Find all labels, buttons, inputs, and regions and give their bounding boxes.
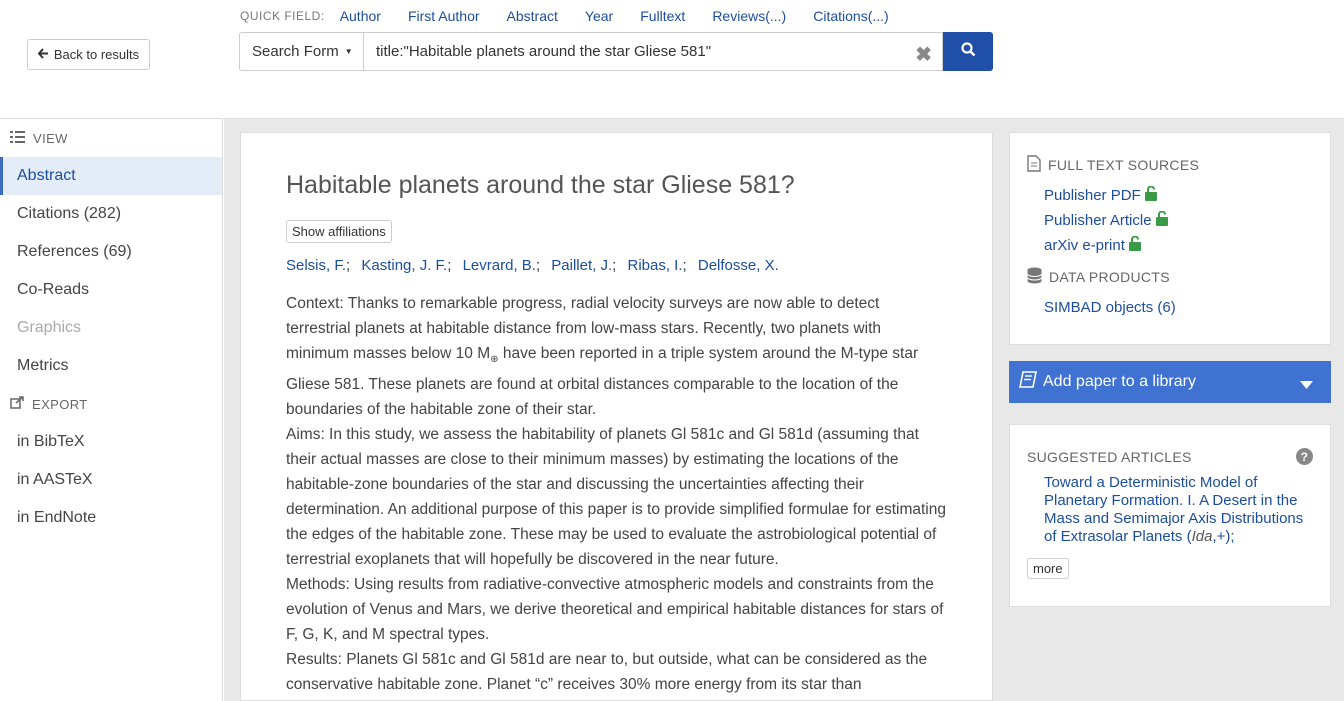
sidebar-item-metrics[interactable]: Metrics — [0, 347, 222, 385]
quick-field-first-author[interactable]: First Author — [408, 8, 480, 24]
author-link[interactable]: Levrard, B. — [463, 257, 536, 274]
clear-x-icon[interactable]: ✖ — [915, 42, 932, 67]
export-section-header: EXPORT — [0, 385, 222, 423]
abstract-aims: Aims: In this study, we assess the habit… — [286, 426, 946, 569]
magnifier-icon — [960, 41, 976, 62]
quick-field-abstract[interactable]: Abstract — [507, 8, 558, 24]
page-header: Back to results QUICK FIELD: Author Firs… — [0, 0, 1344, 118]
suggested-articles-header: SUGGESTED ARTICLES ? — [1027, 448, 1313, 465]
sidebar-item-aastex[interactable]: in AASTeX — [0, 461, 222, 499]
database-icon — [1027, 267, 1042, 287]
arrow-left-icon — [37, 47, 49, 62]
quick-field-fulltext[interactable]: Fulltext — [640, 8, 685, 24]
suggested-article-link[interactable]: Toward a Deterministic Model of Planetar… — [1044, 474, 1313, 546]
unlock-icon — [1155, 210, 1168, 230]
search-form-label: Search Form — [252, 43, 339, 60]
search-form-dropdown[interactable]: Search Form ▼ — [239, 32, 364, 71]
back-to-results-button[interactable]: Back to results — [27, 39, 150, 70]
author-link[interactable]: Delfosse, X. — [698, 257, 779, 274]
left-sidebar: VIEW Abstract Citations (282) References… — [0, 118, 223, 701]
sidebar-item-citations[interactable]: Citations (282) — [0, 195, 222, 233]
sidebar-item-graphics: Graphics — [17, 319, 82, 336]
more-button[interactable]: more — [1027, 558, 1069, 579]
article-title: Habitable planets around the star Gliese… — [286, 171, 795, 199]
add-to-library-label: Add paper to a library — [1043, 373, 1196, 390]
back-label: Back to results — [53, 47, 140, 62]
author-link[interactable]: Kasting, J. F. — [361, 257, 447, 274]
sidebar-item-bibtex[interactable]: in BibTeX — [0, 423, 222, 461]
search-query-text: title:"Habitable planets around the star… — [376, 43, 712, 60]
list-icon — [10, 130, 25, 146]
view-section-header: VIEW — [0, 119, 222, 157]
search-bar: Search Form ▼ title:"Habitable planets a… — [239, 32, 993, 71]
abstract-text: Context: Thanks to remarkable progress, … — [286, 291, 947, 697]
suggested-articles-panel: SUGGESTED ARTICLES ? Toward a Determinis… — [1009, 424, 1331, 607]
abstract-results: Results: Planets Gl 581c and Gl 581d are… — [286, 651, 928, 694]
view-label: VIEW — [33, 130, 68, 146]
search-input[interactable]: title:"Habitable planets around the star… — [364, 32, 943, 71]
author-link[interactable]: Ribas, I. — [628, 257, 683, 274]
quick-field-reviews[interactable]: Reviews(...) — [712, 8, 786, 24]
search-button[interactable] — [943, 32, 993, 71]
publisher-pdf-link[interactable]: Publisher PDF — [1044, 185, 1313, 205]
show-affiliations-button[interactable]: Show affiliations — [286, 220, 392, 243]
publisher-article-link[interactable]: Publisher Article — [1044, 210, 1313, 230]
full-text-sources-header: FULL TEXT SOURCES — [1027, 155, 1313, 175]
full-text-sources-panel: FULL TEXT SOURCES Publisher PDF Publishe… — [1009, 132, 1331, 345]
quick-field-year[interactable]: Year — [585, 8, 613, 24]
add-to-library-button[interactable]: Add paper to a library — [1009, 361, 1331, 403]
share-icon — [10, 396, 24, 412]
sidebar-item-abstract[interactable]: Abstract — [0, 157, 222, 195]
book-icon — [1019, 371, 1037, 393]
quick-field-label: QUICK FIELD: — [240, 9, 325, 23]
author-link[interactable]: Paillet, J. — [551, 257, 612, 274]
quick-field-bar: QUICK FIELD: Author First Author Abstrac… — [240, 7, 916, 25]
caret-down-icon — [1300, 376, 1313, 394]
data-products-header: DATA PRODUCTS — [1027, 267, 1313, 287]
abstract-methods: Methods: Using results from radiative-co… — [286, 576, 944, 644]
author-link[interactable]: Selsis, F. — [286, 257, 346, 274]
unlock-icon — [1144, 185, 1157, 205]
export-label: EXPORT — [32, 396, 88, 412]
arxiv-eprint-link[interactable]: arXiv e-print — [1044, 235, 1313, 255]
abstract-context: Context: Thanks to remarkable progress, … — [286, 295, 919, 419]
sidebar-item-endnote[interactable]: in EndNote — [0, 499, 222, 537]
author-list: Selsis, F.; Kasting, J. F.; Levrard, B.;… — [286, 257, 779, 274]
unlock-icon — [1128, 235, 1141, 255]
caret-down-icon: ▼ — [344, 47, 353, 56]
sidebar-item-co-reads[interactable]: Co-Reads — [0, 271, 222, 309]
quick-field-author[interactable]: Author — [340, 8, 381, 24]
sidebar-item-references[interactable]: References (69) — [0, 233, 222, 271]
article-panel: Habitable planets around the star Gliese… — [240, 132, 993, 701]
document-icon — [1027, 155, 1041, 175]
simbad-objects-link[interactable]: SIMBAD objects (6) — [1044, 299, 1313, 316]
question-icon[interactable]: ? — [1296, 448, 1313, 465]
quick-field-citations[interactable]: Citations(...) — [813, 8, 888, 24]
